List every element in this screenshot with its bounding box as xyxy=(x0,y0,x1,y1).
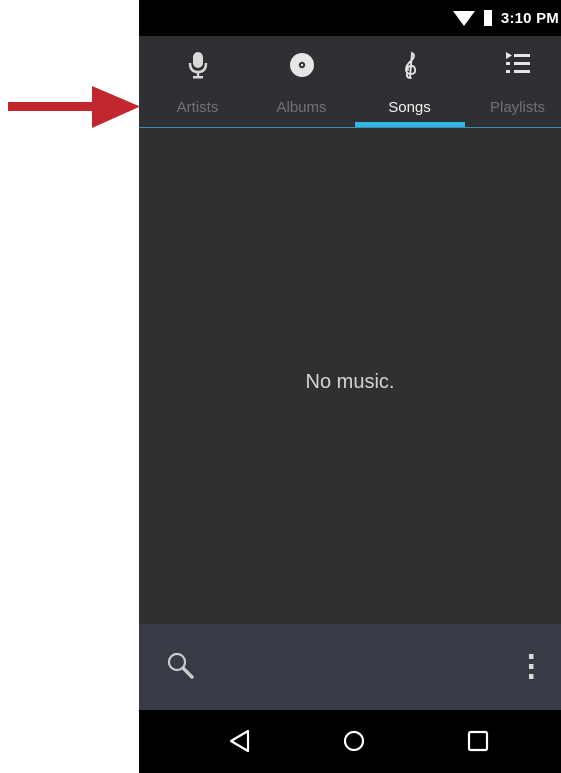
system-nav-bar xyxy=(139,710,561,773)
tab-songs-label: Songs xyxy=(388,99,431,116)
library-tab-bar: Artists Albums Songs Playlists xyxy=(139,36,561,128)
home-icon[interactable] xyxy=(336,723,372,759)
search-icon[interactable] xyxy=(163,648,199,684)
recents-icon[interactable] xyxy=(460,723,496,759)
wifi-icon xyxy=(452,11,475,26)
tab-albums-label: Albums xyxy=(276,99,327,116)
disc-icon xyxy=(289,53,314,77)
active-tab-indicator xyxy=(355,122,465,127)
status-time: 3:10 PM xyxy=(500,9,559,27)
status-icons: 3:10 PM xyxy=(452,6,559,30)
tab-songs[interactable]: Songs xyxy=(357,36,462,128)
tab-artists[interactable]: Artists xyxy=(145,36,250,128)
songs-list-area: No music. xyxy=(139,128,561,624)
playlist-icon xyxy=(505,52,530,73)
tab-playlists[interactable]: Playlists xyxy=(465,36,561,128)
tab-artists-label: Artists xyxy=(176,99,219,116)
empty-state-message: No music. xyxy=(305,371,395,393)
red-arrow-icon xyxy=(8,86,140,128)
treble-clef-icon xyxy=(404,51,416,79)
phone-screen: 3:10 PM Artists Albums Songs Playlists N… xyxy=(139,0,561,773)
back-icon[interactable] xyxy=(222,723,258,759)
microphone-icon xyxy=(188,52,207,79)
tab-playlists-label: Playlists xyxy=(489,99,545,116)
tab-albums[interactable]: Albums xyxy=(249,36,354,128)
overflow-menu-icon[interactable] xyxy=(521,650,541,686)
status-bar: 3:10 PM xyxy=(139,0,561,36)
battery-icon xyxy=(483,10,492,26)
bottom-action-bar xyxy=(139,624,561,710)
